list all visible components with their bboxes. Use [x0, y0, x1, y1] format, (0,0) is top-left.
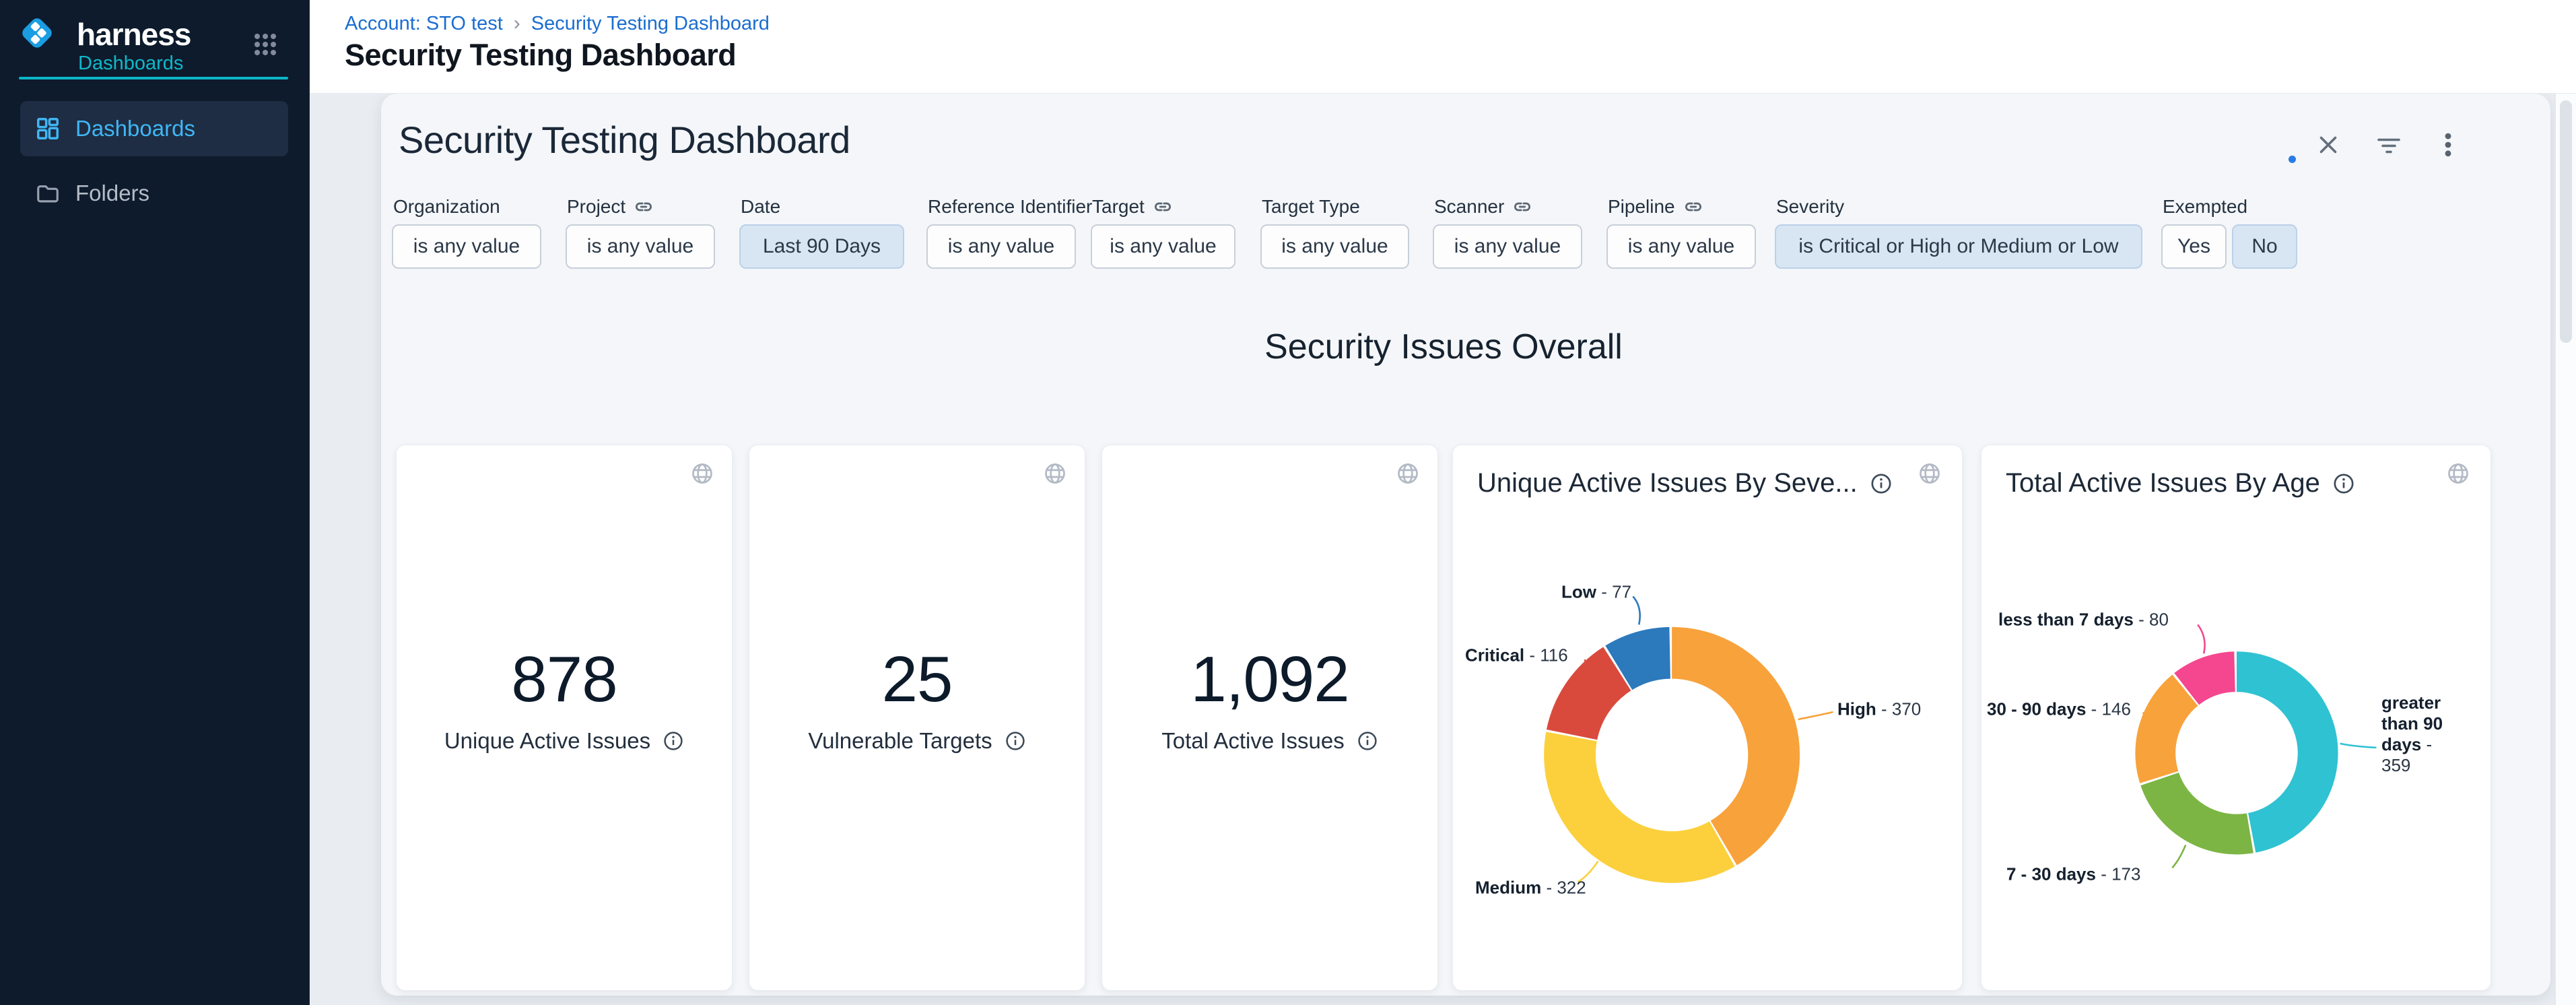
cursor-dot: [2289, 156, 2296, 163]
filter-project: Projectis any value: [566, 224, 715, 269]
brand-header: harness Dashboards: [19, 13, 291, 77]
filter-organization: Organizationis any value: [392, 224, 541, 269]
metric-label: Vulnerable Targets: [749, 728, 1085, 754]
sidebar-item-label: Dashboards: [75, 116, 195, 141]
filter-pipeline: Pipelineis any value: [1606, 224, 1756, 269]
filter-chip[interactable]: is any value: [1260, 224, 1409, 269]
filter-label: Severity: [1776, 196, 1844, 218]
link-icon[interactable]: [1512, 197, 1532, 217]
filter-chip[interactable]: is any value: [926, 224, 1076, 269]
info-icon[interactable]: [663, 730, 684, 752]
filter-label: Pipeline: [1608, 196, 1703, 218]
sidebar: harness Dashboards Dashboards Folders: [0, 0, 310, 1005]
filter-label: Target: [1092, 196, 1173, 218]
filter-target-type: Target Typeis any value: [1260, 224, 1409, 269]
brand-wordmark: harness: [77, 16, 191, 53]
exempted-option-no[interactable]: No: [2232, 224, 2297, 269]
filter-reference-identifier: Reference Identifieris any value: [926, 224, 1076, 269]
filter-label: Organization: [393, 196, 500, 218]
section-title: Security Issues Overall: [396, 327, 2491, 367]
filter-chip[interactable]: is any value: [1433, 224, 1582, 269]
sidebar-accent-divider: [19, 77, 288, 79]
scrollbar-thumb[interactable]: [2560, 100, 2572, 343]
callout-line: [1798, 712, 1833, 719]
link-icon[interactable]: [1683, 197, 1703, 217]
callout-line: [2172, 845, 2185, 868]
metric-label: Total Active Issues: [1102, 728, 1437, 754]
metric-value: 1,092: [1102, 643, 1437, 717]
donut-chart-severity[interactable]: [1453, 445, 1962, 990]
filter-chip[interactable]: is any value: [392, 224, 541, 269]
breadcrumb-separator: ›: [514, 12, 520, 35]
sidebar-item-dashboards[interactable]: Dashboards: [20, 101, 288, 156]
filter-scanner: Scanneris any value: [1433, 224, 1582, 269]
filter-chip[interactable]: is any value: [566, 224, 715, 269]
card-unique-active-issues: 878 Unique Active Issues: [396, 445, 733, 991]
link-icon[interactable]: [634, 197, 654, 217]
filter-label: Exempted: [2163, 196, 2247, 218]
card-unique-active-issues-by-severity: Unique Active Issues By Seve... High - 3…: [1452, 445, 1963, 991]
sidebar-item-folders[interactable]: Folders: [20, 172, 288, 215]
filter-exempted: ExemptedYesNo: [2161, 224, 2297, 269]
link-icon[interactable]: [1153, 197, 1173, 217]
info-icon[interactable]: [1357, 730, 1378, 752]
exempted-option-yes[interactable]: Yes: [2161, 224, 2227, 269]
card-vulnerable-targets: 25 Vulnerable Targets: [749, 445, 1085, 991]
filter-chip[interactable]: Last 90 Days: [739, 224, 904, 269]
dashboards-icon: [35, 116, 61, 141]
filter-chip[interactable]: is any value: [1091, 224, 1235, 269]
donut-chart-age[interactable]: [1981, 445, 2490, 990]
harness-logo-icon: [19, 15, 55, 51]
callout-line: [1578, 861, 1598, 882]
globe-icon: [1043, 461, 1067, 486]
filter-severity: Severityis Critical or High or Medium or…: [1775, 224, 2142, 269]
filter-icon[interactable]: [2371, 127, 2406, 162]
filter-label: Date: [741, 196, 780, 218]
filter-date: DateLast 90 Days: [739, 224, 904, 269]
filter-chip[interactable]: is any value: [1606, 224, 1756, 269]
info-icon[interactable]: [1005, 730, 1026, 752]
scrollbar[interactable]: [2554, 94, 2576, 1005]
filter-label: Project: [567, 196, 654, 218]
filter-label: Reference Identifier: [928, 196, 1092, 218]
filter-target: Targetis any value: [1091, 224, 1235, 269]
dashboard-heading: Security Testing Dashboard: [399, 118, 850, 162]
callout-line: [2340, 744, 2377, 748]
metric-value: 25: [749, 643, 1085, 717]
breadcrumb-current-link[interactable]: Security Testing Dashboard: [531, 13, 770, 35]
product-name: Dashboards: [78, 53, 183, 75]
app-switcher-icon[interactable]: [252, 31, 279, 58]
callout-line: [2198, 624, 2204, 653]
sidebar-item-label: Folders: [75, 181, 149, 206]
metric-value: 878: [397, 643, 732, 717]
globe-icon: [1396, 461, 1420, 486]
top-header: Account: STO test › Security Testing Das…: [310, 0, 2576, 94]
card-total-active-issues-by-age: Total Active Issues By Age greater than …: [1981, 445, 2491, 991]
close-icon[interactable]: [2311, 127, 2346, 162]
breadcrumb: Account: STO test › Security Testing Das…: [345, 12, 770, 35]
card-total-active-issues: 1,092 Total Active Issues: [1101, 445, 1438, 991]
globe-icon: [690, 461, 714, 486]
filter-label: Scanner: [1434, 196, 1532, 218]
page-title: Security Testing Dashboard: [345, 38, 736, 73]
callout-line: [1633, 596, 1639, 624]
metric-label: Unique Active Issues: [397, 728, 732, 754]
filter-chip[interactable]: is Critical or High or Medium or Low: [1775, 224, 2142, 269]
dashboard-panel: Security Testing Dashboard Organizationi…: [381, 94, 2550, 996]
filter-label: Target Type: [1262, 196, 1360, 218]
folder-icon: [35, 181, 61, 206]
breadcrumb-account-link[interactable]: Account: STO test: [345, 13, 503, 35]
kebab-menu-icon[interactable]: [2431, 127, 2466, 162]
